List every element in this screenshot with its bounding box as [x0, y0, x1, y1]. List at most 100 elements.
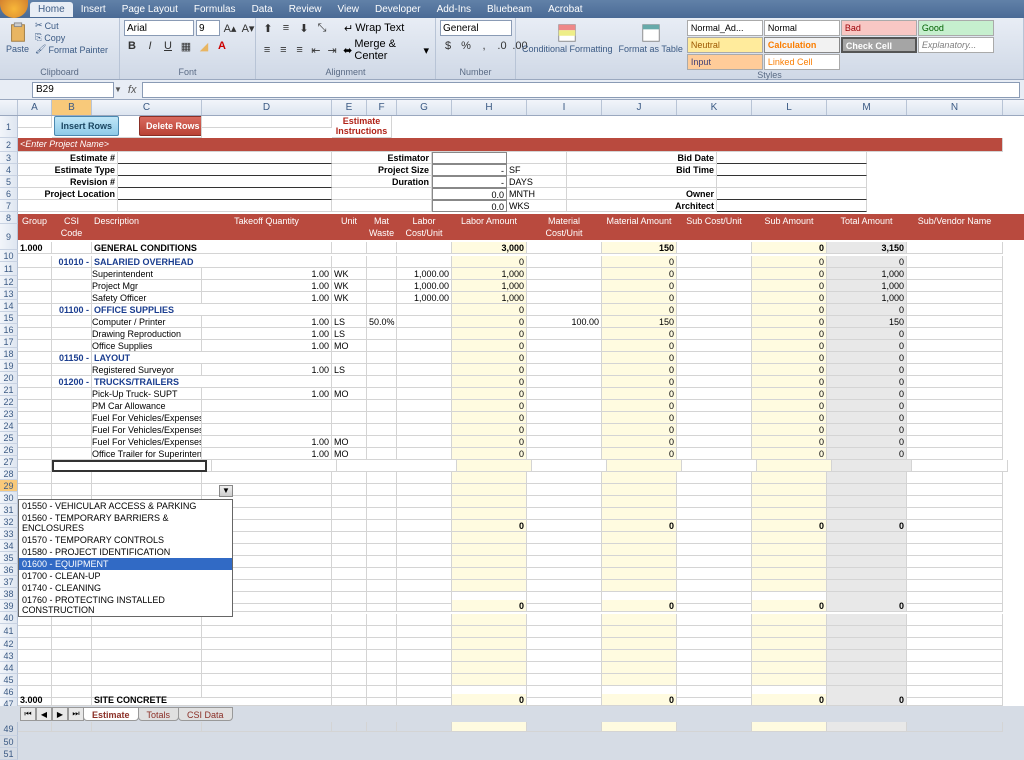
cell[interactable]: Office Supplies: [92, 340, 202, 352]
cell[interactable]: [367, 568, 397, 580]
align-top-icon[interactable]: ⬆: [260, 20, 276, 36]
percent-icon[interactable]: %: [458, 38, 474, 54]
cell[interactable]: [907, 268, 1003, 280]
cell[interactable]: [677, 496, 752, 508]
form-field[interactable]: [717, 200, 867, 212]
cell[interactable]: 0: [452, 600, 527, 612]
cell[interactable]: [397, 556, 452, 568]
cell[interactable]: [18, 256, 52, 268]
cell[interactable]: [907, 448, 1003, 460]
cell[interactable]: 0: [602, 364, 677, 376]
cell[interactable]: [527, 256, 602, 268]
cell[interactable]: [202, 626, 332, 638]
cell[interactable]: [397, 508, 452, 520]
style-cell[interactable]: Normal_Ad...: [687, 20, 763, 36]
cell[interactable]: 0: [602, 292, 677, 304]
cell[interactable]: [337, 460, 457, 472]
cell[interactable]: [202, 412, 332, 424]
name-box-dropdown-icon[interactable]: ▼: [114, 85, 122, 94]
sheet-nav-prev-icon[interactable]: ◀: [36, 707, 52, 721]
sheet-nav-last-icon[interactable]: ⏭: [68, 707, 84, 721]
cell[interactable]: 1.00: [202, 316, 332, 328]
cell[interactable]: [752, 508, 827, 520]
cell[interactable]: [452, 544, 527, 556]
cell[interactable]: [677, 662, 752, 674]
ribbon-tab-developer[interactable]: Developer: [367, 2, 429, 17]
cell[interactable]: [332, 556, 367, 568]
cell[interactable]: [332, 544, 367, 556]
cell[interactable]: [367, 292, 397, 304]
cell[interactable]: 0: [452, 388, 527, 400]
cell[interactable]: 0: [827, 520, 907, 532]
cell[interactable]: [907, 256, 1003, 268]
row-header[interactable]: 30: [0, 492, 18, 504]
cell[interactable]: [527, 352, 602, 364]
cell[interactable]: [677, 364, 752, 376]
row-header[interactable]: 37: [0, 576, 18, 588]
cell[interactable]: [202, 662, 332, 674]
cell[interactable]: [18, 650, 52, 662]
cell[interactable]: 1.000: [18, 242, 52, 254]
cell[interactable]: 0: [827, 328, 907, 340]
form-field[interactable]: [118, 188, 332, 200]
cell[interactable]: [607, 460, 682, 472]
currency-icon[interactable]: $: [440, 38, 456, 54]
cell[interactable]: 1,000: [827, 268, 907, 280]
cell[interactable]: [202, 650, 332, 662]
align-center-icon[interactable]: ≡: [276, 42, 290, 58]
cell[interactable]: [397, 484, 452, 496]
cell[interactable]: WK: [332, 268, 367, 280]
cell[interactable]: 1.00: [202, 448, 332, 460]
col-header-F[interactable]: F: [367, 100, 397, 115]
cell[interactable]: 0: [602, 352, 677, 364]
cell[interactable]: [677, 340, 752, 352]
cell[interactable]: [602, 472, 677, 484]
cell[interactable]: [367, 412, 397, 424]
row-header[interactable]: 5: [0, 176, 18, 188]
cell[interactable]: 1,000: [452, 280, 527, 292]
comma-icon[interactable]: ,: [476, 38, 492, 54]
cell[interactable]: [332, 532, 367, 544]
cell[interactable]: [332, 424, 367, 436]
cell[interactable]: [677, 544, 752, 556]
cell[interactable]: Computer / Printer: [92, 316, 202, 328]
cell[interactable]: [367, 600, 397, 612]
cell[interactable]: [367, 280, 397, 292]
cell[interactable]: [602, 496, 677, 508]
cell[interactable]: Superintendent: [92, 268, 202, 280]
csi-code-dropdown[interactable]: 01550 - VEHICULAR ACCESS & PARKING01560 …: [18, 499, 233, 617]
cell[interactable]: [367, 340, 397, 352]
cell[interactable]: [907, 316, 1003, 328]
cell[interactable]: [397, 544, 452, 556]
cell[interactable]: [397, 650, 452, 662]
cell[interactable]: 0: [752, 388, 827, 400]
cell[interactable]: [397, 448, 452, 460]
col-header-I[interactable]: I: [527, 100, 602, 115]
cell[interactable]: [602, 580, 677, 592]
cell[interactable]: [367, 662, 397, 674]
cell[interactable]: 1.00: [202, 280, 332, 292]
cell[interactable]: 1.00: [202, 340, 332, 352]
dropdown-item[interactable]: 01700 - CLEAN-UP: [19, 570, 232, 582]
cell[interactable]: 0: [602, 520, 677, 532]
cell[interactable]: [527, 484, 602, 496]
cell[interactable]: [397, 328, 452, 340]
cell[interactable]: [18, 280, 52, 292]
cell[interactable]: 1.00: [202, 388, 332, 400]
cell[interactable]: [452, 496, 527, 508]
row-header[interactable]: 40: [0, 612, 18, 624]
col-header-A[interactable]: A: [18, 100, 52, 115]
col-header-K[interactable]: K: [677, 100, 752, 115]
cell[interactable]: 1.00: [202, 436, 332, 448]
cell[interactable]: 50.0%: [367, 316, 397, 328]
cell[interactable]: Fuel For Vehicles/Expenses For SUPT: [92, 412, 202, 424]
cell[interactable]: 0: [827, 376, 907, 388]
row-header[interactable]: 27: [0, 456, 18, 468]
cell[interactable]: SALARIED OVERHEAD: [92, 256, 332, 268]
cell[interactable]: 1.00: [202, 328, 332, 340]
cell[interactable]: 0: [752, 280, 827, 292]
form-field[interactable]: [118, 176, 332, 188]
cell[interactable]: [18, 292, 52, 304]
cell[interactable]: [677, 600, 752, 612]
conditional-formatting-button[interactable]: Conditional Formatting: [520, 20, 615, 56]
